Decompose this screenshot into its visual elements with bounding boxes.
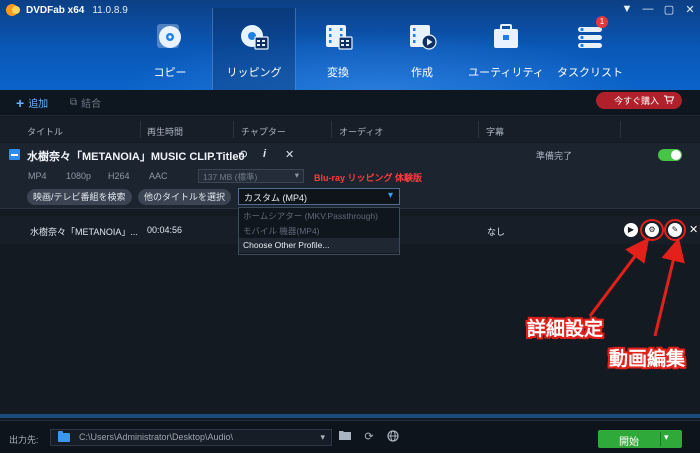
profile-dropdown: ホームシアター (MKV.Passthrough) モバイル 機器(MP4) C… <box>238 207 400 255</box>
annotation-video-edit: 動画編集 <box>609 349 686 370</box>
start-label: 開始 <box>619 437 639 448</box>
profile-option-other[interactable]: Choose Other Profile... <box>239 238 399 253</box>
output-label: 出力先: <box>9 435 39 445</box>
settings-arrow <box>588 237 650 317</box>
output-bar: 出力先: C:\Users\Administrator\Desktop\Audi… <box>0 420 700 453</box>
edit-arrow <box>653 237 685 337</box>
folder-icon <box>58 431 70 442</box>
profile-option[interactable]: モバイル 機器(MP4) <box>239 223 399 238</box>
output-path-field[interactable]: C:\Users\Administrator\Desktop\Audio\ ▾ <box>50 429 332 446</box>
annotation-advanced-settings: 詳細設定 <box>527 319 604 340</box>
path-dropdown-icon[interactable]: ▾ <box>320 432 325 443</box>
output-path: C:\Users\Administrator\Desktop\Audio\ <box>79 432 234 442</box>
start-button[interactable]: 開始 ▾ <box>598 430 682 448</box>
dvdfab-window: DVDFab x64 11.0.8.9 ▼ — ▢ ✕ コピー リッピング 変換… <box>0 0 700 453</box>
refresh-icon[interactable]: ⟳ <box>360 430 378 446</box>
profile-option[interactable]: ホームシアター (MKV.Passthrough) <box>239 208 399 223</box>
globe-icon[interactable] <box>384 430 402 446</box>
start-options-icon[interactable]: ▾ <box>664 432 669 443</box>
browse-folder-icon[interactable] <box>336 430 354 446</box>
